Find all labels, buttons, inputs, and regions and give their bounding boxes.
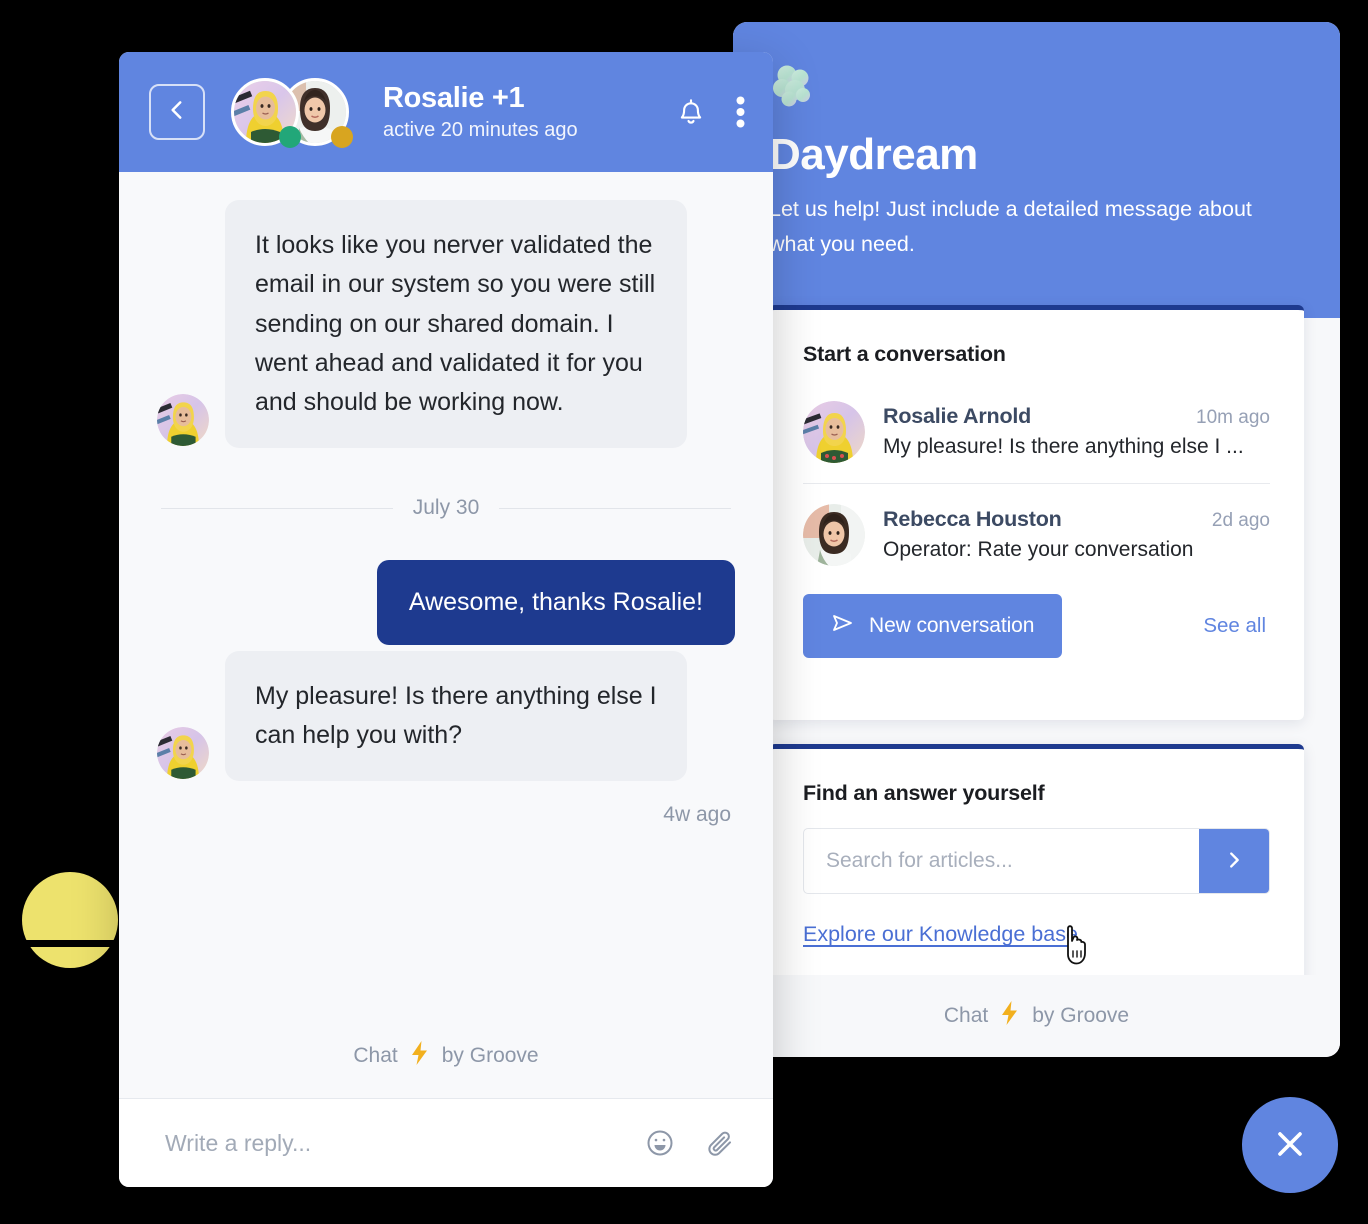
chevron-left-icon [164,97,190,128]
cloud-cluster-logo [769,62,817,110]
list-item[interactable]: Rosalie Arnold 10m ago My pleasure! Is t… [803,389,1270,483]
chevron-right-icon [1223,849,1245,874]
conversation-time: 2d ago [1211,510,1270,531]
chat-header-text: Rosalie +1 active 20 minutes ago [383,82,676,142]
date-divider: July 30 [161,496,732,520]
search-input[interactable] [804,829,1199,893]
back-button[interactable] [149,84,205,140]
widget-brand-suffix: by Groove [1032,1004,1130,1027]
bell-icon[interactable] [676,97,706,127]
date-divider-label: July 30 [412,496,480,520]
avatar [157,394,209,447]
knowledge-base-link[interactable]: Explore our Knowledge base [803,922,1078,947]
avatar [803,401,865,463]
widget-brand-footer: Chat by Groove [733,975,1340,1057]
conversations-card: Start a conversation Rosalie Arnold 10m … [769,305,1304,720]
chat-brand-footer: Chat by Groove [119,1014,773,1098]
widget-header: Daydream Let us help! Just include a det… [733,22,1340,318]
widget-brand-prefix: Chat [943,1004,989,1027]
avatar [803,504,865,566]
chat-panel: Rosalie +1 active 20 minutes ago It look… [119,52,773,1187]
divider-line [499,507,732,509]
avatar [157,727,209,780]
emoji-icon[interactable] [645,1128,675,1158]
conversation-preview: Operator: Rate your conversation [883,538,1194,561]
conversation-name: Rosalie Arnold [883,404,1032,428]
search-submit-button[interactable] [1199,829,1269,893]
conversation-list: Rosalie Arnold 10m ago My pleasure! Is t… [803,389,1270,586]
conversations-card-actions: New conversation See all [769,586,1304,658]
messenger-widget: Daydream Let us help! Just include a det… [733,22,1340,1057]
message-incoming: My pleasure! Is there anything else I ca… [157,650,735,782]
search-card: Find an answer yourself Explore our Know… [769,744,1304,999]
conversation-preview: My pleasure! Is there anything else I ..… [883,435,1244,458]
decorative-sun-circle [22,872,118,968]
chat-composer [119,1098,773,1187]
conversation-time: 10m ago [1196,407,1270,428]
status-badge [279,126,301,148]
chat-header-actions [676,96,745,128]
header-avatar-group [231,74,367,150]
reply-input[interactable] [165,1129,645,1157]
conversation-name: Rebecca Houston [883,507,1062,531]
status-badge [331,126,353,148]
page-title: Rosalie +1 [383,81,525,114]
new-conversation-button[interactable]: New conversation [803,594,1063,658]
message-timestamp: 4w ago [663,803,731,827]
chat-brand-prefix: Chat [353,1044,398,1067]
list-item[interactable]: Rebecca Houston 2d ago Operator: Rate yo… [803,483,1270,586]
article-search-row [803,828,1270,894]
widget-subtitle: Let us help! Just include a detailed mes… [769,197,1252,257]
conversations-card-title: Start a conversation [803,342,1006,366]
divider-line [161,507,393,509]
chat-message-list: It looks like you nerver validated the e… [119,172,773,1098]
message-bubble: My pleasure! Is there anything else I ca… [225,650,687,782]
widget-title: Daydream [769,130,978,179]
chat-header: Rosalie +1 active 20 minutes ago [119,52,773,172]
lightning-bolt-icon [409,1040,431,1072]
message-bubble: It looks like you nerver validated the e… [225,200,687,449]
message-bubble: Awesome, thanks Rosalie! [376,560,735,645]
message-outgoing: Awesome, thanks Rosalie! [157,560,735,645]
new-conversation-label: New conversation [869,614,1035,637]
search-card-title: Find an answer yourself [803,781,1045,805]
chat-brand-suffix: by Groove [441,1044,539,1067]
lightning-bolt-icon [999,1000,1021,1032]
composer-actions [645,1128,735,1158]
presence-status: active 20 minutes ago [383,119,578,142]
more-vertical-icon[interactable] [736,96,745,128]
close-icon [1270,1124,1310,1167]
message-incoming: It looks like you nerver validated the e… [157,200,735,449]
see-all-link[interactable]: See all [1203,614,1270,638]
screenshot-stage: Daydream Let us help! Just include a det… [0,0,1368,1224]
send-icon [831,611,855,641]
paperclip-icon[interactable] [705,1128,735,1158]
close-widget-button[interactable] [1242,1097,1338,1193]
